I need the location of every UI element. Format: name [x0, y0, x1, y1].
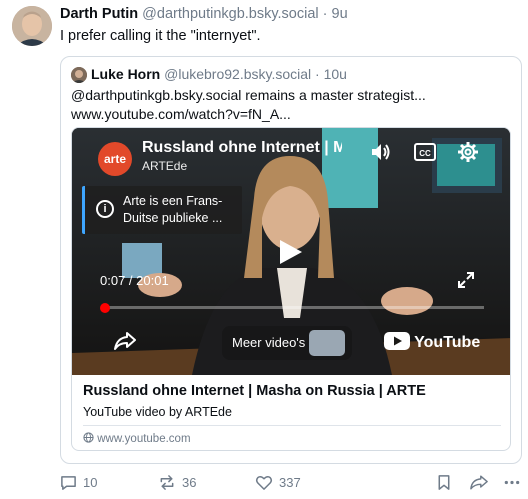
author-avatar[interactable]: [12, 6, 52, 46]
info-card-text: Arte is een Frans-Duitse publieke ...: [123, 194, 223, 225]
ellipsis-icon: [504, 480, 520, 485]
separator-dot: ·: [322, 6, 328, 22]
quoted-post-time[interactable]: 10u: [324, 66, 347, 82]
captions-icon[interactable]: CC: [414, 143, 436, 166]
embed-title[interactable]: Russland ohne Internet | Masha on Russia…: [83, 383, 426, 399]
quoted-post-header: Luke Horn @lukebro92.bsky.social · 10u: [91, 66, 347, 82]
reply-icon: [61, 476, 76, 490]
more-videos-button[interactable]: Meer video's: [222, 326, 352, 360]
repost-icon: [160, 475, 174, 490]
reply-count: 10: [83, 475, 98, 490]
progress-bar[interactable]: [102, 306, 484, 309]
quoted-post[interactable]: Luke Horn @lukebro92.bsky.social · 10u @…: [60, 56, 522, 464]
link-embed-card[interactable]: arte Russland ohne Internet | M ARTEde C…: [71, 127, 511, 451]
post-text: I prefer calling it the "internyet".: [60, 28, 261, 44]
more-options-button[interactable]: [503, 474, 527, 491]
quoted-author-handle[interactable]: @lukebro92.bsky.social: [164, 66, 311, 82]
embed-description: YouTube video by ARTEde: [83, 405, 232, 419]
youtube-logo-text: YouTube: [414, 334, 481, 351]
play-icon[interactable]: [278, 238, 304, 271]
globe-icon: [83, 432, 94, 443]
progress-scrubber[interactable]: [100, 303, 110, 313]
channel-logo[interactable]: arte: [98, 142, 132, 176]
bookmark-icon: [438, 475, 450, 490]
embed-divider: [83, 425, 501, 426]
video-title[interactable]: Russland ohne Internet | M: [142, 139, 342, 157]
volume-icon[interactable]: [370, 142, 392, 167]
embed-domain: www.youtube.com: [83, 432, 191, 445]
info-card[interactable]: i Arte is een Frans-Duitse publieke ...: [82, 186, 242, 234]
fullscreen-icon[interactable]: [457, 271, 475, 294]
svg-text:CC: CC: [419, 149, 431, 158]
quoted-post-text: @darthputinkgb.bsky.social remains a mas…: [71, 87, 426, 122]
repost-button[interactable]: 36: [158, 474, 196, 491]
post-header: Darth Putin @darthputinkgb.bsky.social ·…: [60, 6, 348, 22]
settings-gear-icon[interactable]: [457, 141, 479, 168]
quoted-author-name[interactable]: Luke Horn: [91, 66, 160, 82]
author-name[interactable]: Darth Putin: [60, 6, 138, 22]
info-icon: i: [96, 200, 114, 218]
video-time: 0:07 / 20:01: [100, 273, 169, 288]
like-count: 337: [279, 475, 301, 490]
bookmark-button[interactable]: [437, 474, 457, 491]
separator-dot: ·: [315, 66, 320, 82]
reply-button[interactable]: 10: [60, 474, 97, 491]
post-time[interactable]: 9u: [332, 6, 348, 22]
more-videos-label: Meer video's: [232, 335, 306, 350]
embed-domain-text: www.youtube.com: [97, 433, 191, 445]
quoted-author-avatar: [71, 67, 87, 83]
post-actions: 10 36 337: [0, 474, 528, 494]
share-icon[interactable]: [114, 331, 136, 356]
video-channel[interactable]: ARTEde: [142, 159, 187, 173]
heart-icon: [255, 475, 273, 490]
share-arrow-icon: [470, 475, 488, 490]
youtube-logo[interactable]: YouTube: [384, 332, 480, 352]
share-button[interactable]: [470, 474, 494, 491]
like-button[interactable]: 337: [255, 474, 301, 491]
video-player[interactable]: arte Russland ohne Internet | M ARTEde C…: [72, 128, 510, 375]
more-videos-thumbnail: [309, 330, 345, 356]
author-handle[interactable]: @darthputinkgb.bsky.social: [142, 6, 318, 22]
repost-count: 36: [182, 475, 197, 490]
